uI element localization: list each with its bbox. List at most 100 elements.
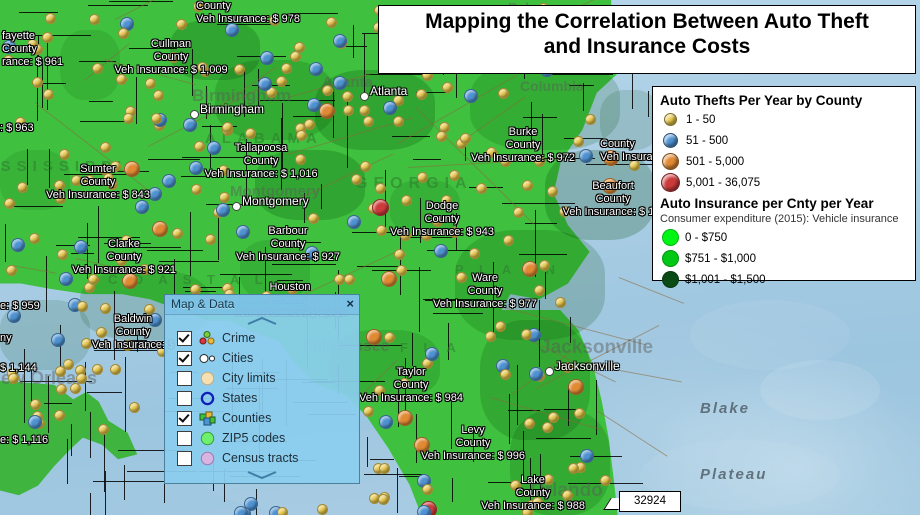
crime-symbol[interactable] [235,225,250,240]
crime-symbol[interactable] [509,480,521,492]
map-and-data-panel[interactable]: Map & Data × Crime Cities City limits State… [164,294,360,484]
crime-symbol[interactable] [76,301,88,312]
crime-symbol[interactable] [543,473,555,485]
crime-symbol[interactable] [289,51,301,63]
crime-symbol[interactable] [54,365,66,377]
crime-symbol[interactable] [88,13,100,25]
crime-symbol[interactable] [109,160,121,172]
crime-symbol[interactable] [27,415,42,430]
crime-symbol[interactable] [218,164,230,176]
close-icon[interactable]: × [346,296,354,312]
layer-item-crime[interactable]: Crime [177,328,359,348]
crime-symbol[interactable] [147,187,162,202]
crime-symbol[interactable] [326,16,338,28]
crime-symbol[interactable] [3,54,15,66]
layer-item-zip5-codes[interactable]: ZIP5 codes [177,428,359,448]
crime-symbol[interactable] [121,272,138,289]
crime-symbol[interactable] [31,76,43,88]
crime-symbol[interactable] [499,156,511,168]
crime-symbol[interactable] [15,116,27,128]
crime-symbol[interactable] [4,197,16,209]
crime-symbol[interactable] [395,264,407,276]
crime-symbol[interactable] [383,101,398,116]
city-marker[interactable] [360,92,369,101]
crime-symbol[interactable] [161,174,176,189]
crime-symbol[interactable] [116,73,128,85]
crime-symbol[interactable] [277,507,289,515]
crime-symbol[interactable] [399,377,411,389]
crime-symbol[interactable] [383,331,395,343]
zip-callout[interactable]: 32924 [619,491,681,512]
crime-symbol[interactable] [359,160,371,172]
crime-symbol[interactable] [1,39,16,54]
crime-symbol[interactable] [151,221,168,238]
crime-symbol[interactable] [456,271,468,283]
crime-symbol[interactable] [150,112,162,124]
crime-symbol[interactable] [347,214,362,229]
crime-symbol[interactable] [362,406,374,418]
crime-symbol[interactable] [448,226,460,238]
layer-item-cities[interactable]: Cities [177,348,359,368]
crime-symbol[interactable] [362,116,374,128]
crime-symbol[interactable] [531,496,543,508]
layer-checkbox[interactable] [177,370,192,386]
crime-symbol[interactable] [468,247,480,259]
crime-symbol[interactable] [129,401,141,413]
crime-symbol[interactable] [343,273,355,285]
layer-checkbox[interactable] [177,450,192,466]
city-marker[interactable] [232,202,241,211]
crime-symbol[interactable] [599,474,611,486]
chevron-down-icon[interactable] [245,471,279,480]
crime-symbol[interactable] [221,121,233,133]
crime-symbol[interactable] [358,105,370,117]
layer-checkbox[interactable] [177,430,192,446]
map-and-data-titlebar[interactable]: Map & Data × [165,295,359,315]
crime-symbol[interactable] [417,504,432,515]
crime-symbol[interactable] [308,62,323,77]
crime-symbol[interactable] [416,172,428,184]
crime-symbol[interactable] [44,12,56,24]
crime-symbol[interactable] [193,140,205,152]
crime-symbol[interactable] [533,284,545,296]
crime-symbol[interactable] [400,229,412,241]
crime-symbol[interactable] [234,506,249,515]
crime-symbol[interactable] [50,332,65,347]
crime-symbol[interactable] [304,246,319,261]
crime-symbol[interactable] [171,227,183,239]
crime-symbol[interactable] [538,259,550,271]
crime-symbol[interactable] [190,183,202,195]
crime-symbol[interactable] [307,213,319,225]
crime-symbol[interactable] [134,199,149,214]
layer-checkbox[interactable] [177,330,192,346]
crime-symbol[interactable] [374,183,386,195]
crime-symbol[interactable] [448,169,460,181]
city-marker[interactable] [190,110,199,119]
crime-symbol[interactable] [441,81,453,93]
crime-symbol[interactable] [148,312,163,327]
crime-symbol[interactable] [224,22,239,37]
crime-symbol[interactable] [341,90,353,102]
crime-symbol[interactable] [628,160,640,172]
chevron-up-icon[interactable] [245,317,279,326]
crime-symbol[interactable] [6,264,18,276]
layer-list[interactable]: Crime Cities City limits States Counties ZIP5… [165,328,359,468]
crime-symbol[interactable] [55,384,67,396]
crime-symbol[interactable] [41,32,53,44]
crime-symbol[interactable] [197,61,209,73]
crime-symbol[interactable] [567,378,584,395]
crime-symbol[interactable] [116,254,128,266]
crime-symbol[interactable] [580,448,595,463]
crime-symbol[interactable] [497,88,509,100]
layer-checkbox[interactable] [177,410,192,426]
crime-symbol[interactable] [523,417,535,429]
crime-symbol[interactable] [80,338,92,350]
crime-symbol[interactable] [110,363,122,375]
crime-symbol[interactable] [234,63,246,75]
crime-symbol[interactable] [502,235,514,247]
crime-symbol[interactable] [350,173,362,185]
crime-symbol[interactable] [520,329,532,341]
crime-symbol[interactable] [396,409,413,426]
crime-symbol[interactable] [188,161,203,176]
layer-item-states[interactable]: States [177,388,359,408]
crime-symbol[interactable] [534,155,546,167]
